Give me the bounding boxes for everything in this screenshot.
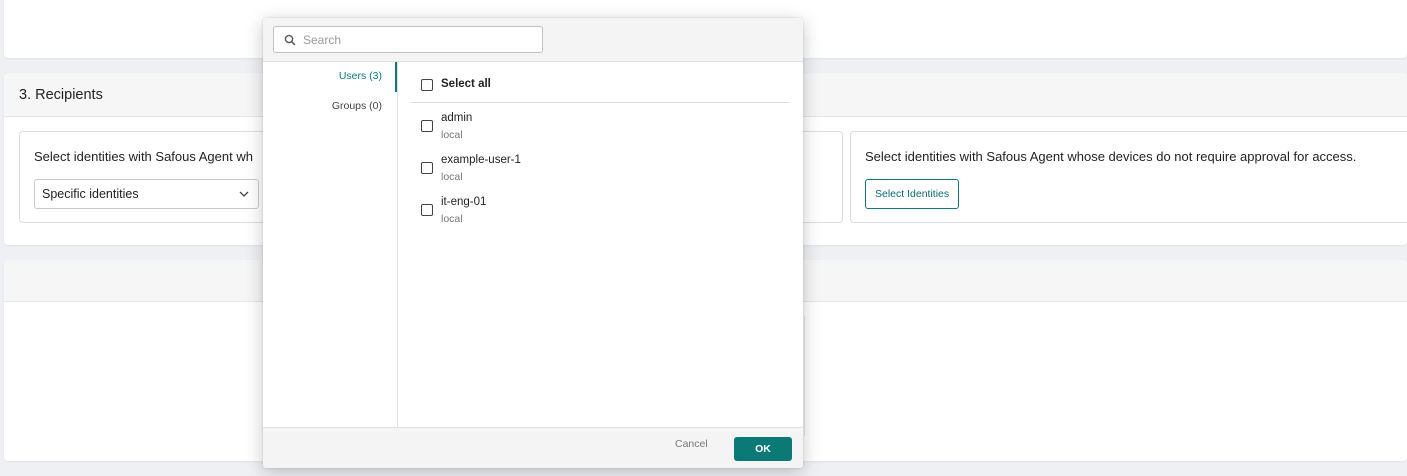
user-source: local — [441, 171, 463, 183]
no-approval-panel: Select identities with Safous Agent whos… — [850, 131, 1407, 223]
list-item[interactable]: admin local — [411, 110, 789, 146]
select-value: Specific identities — [42, 187, 139, 201]
identity-type-nav: Users (3) Groups (0) — [263, 62, 398, 427]
user-source: local — [441, 213, 463, 225]
search-icon — [284, 34, 296, 46]
search-input[interactable] — [303, 32, 533, 47]
select-all-row[interactable]: Select all — [411, 73, 789, 103]
user-checkbox[interactable] — [421, 120, 433, 132]
panel-description: Select identities with Safous Agent whos… — [865, 149, 1357, 164]
list-item[interactable]: example-user-1 local — [411, 152, 789, 188]
user-checkbox[interactable] — [421, 204, 433, 216]
select-all-checkbox[interactable] — [421, 79, 433, 91]
ok-button[interactable]: OK — [734, 437, 792, 461]
identity-picker-modal: Users (3) Groups (0) Select all admin lo… — [263, 18, 803, 468]
user-name: admin — [441, 112, 473, 124]
identity-scope-select[interactable]: Specific identities — [34, 179, 259, 209]
user-checkbox[interactable] — [421, 162, 433, 174]
chevron-down-icon — [239, 191, 249, 197]
search-box[interactable] — [273, 26, 543, 53]
select-all-label: Select all — [441, 78, 491, 90]
modal-footer: Cancel OK — [263, 427, 803, 468]
tab-users[interactable]: Users (3) — [263, 62, 397, 92]
modal-body: Users (3) Groups (0) Select all admin lo… — [263, 62, 803, 427]
modal-header — [263, 18, 803, 62]
select-identities-button[interactable]: Select Identities — [865, 179, 960, 209]
user-name: it-eng-01 — [441, 196, 487, 208]
divider — [804, 316, 808, 436]
user-source: local — [441, 129, 463, 141]
tab-groups[interactable]: Groups (0) — [263, 92, 397, 120]
panel-description: Select identities with Safous Agent wh — [34, 149, 253, 164]
cancel-button[interactable]: Cancel — [675, 438, 708, 450]
user-name: example-user-1 — [441, 154, 521, 166]
list-item[interactable]: it-eng-01 local — [411, 194, 789, 230]
